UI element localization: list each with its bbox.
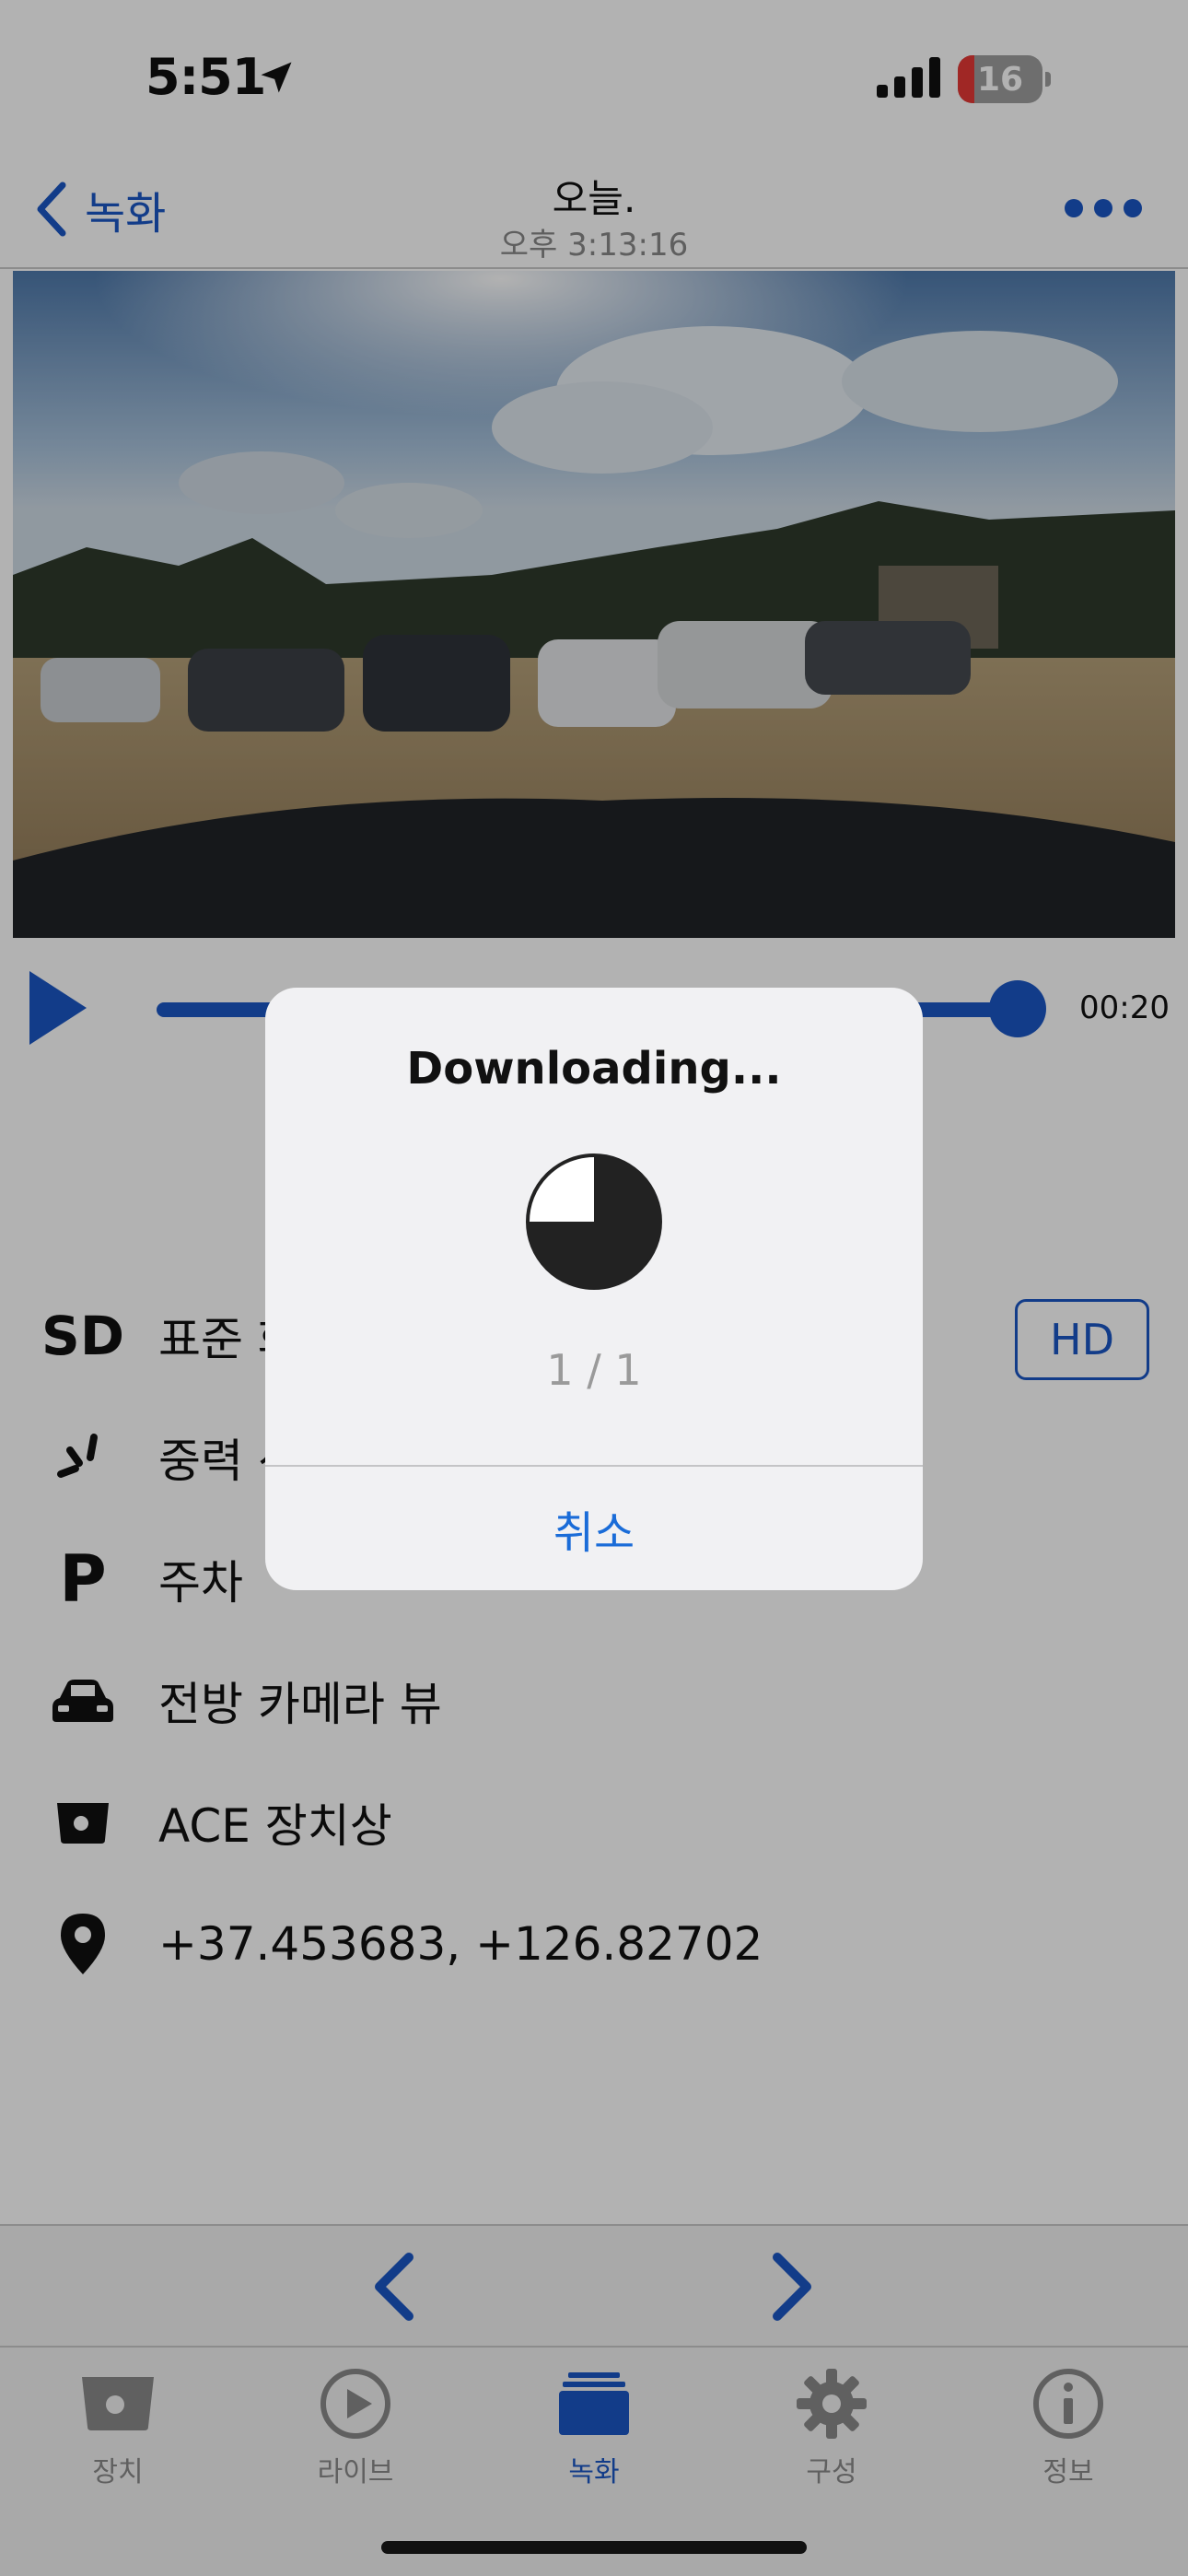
cancel-button[interactable]: 취소 <box>265 1467 923 1590</box>
download-progress-pie <box>526 1153 662 1290</box>
download-dialog: Downloading... 1 / 1 취소 <box>265 988 923 1590</box>
download-count: 1 / 1 <box>546 1345 642 1395</box>
dialog-title: Downloading... <box>406 1043 782 1095</box>
home-indicator <box>381 2541 807 2554</box>
